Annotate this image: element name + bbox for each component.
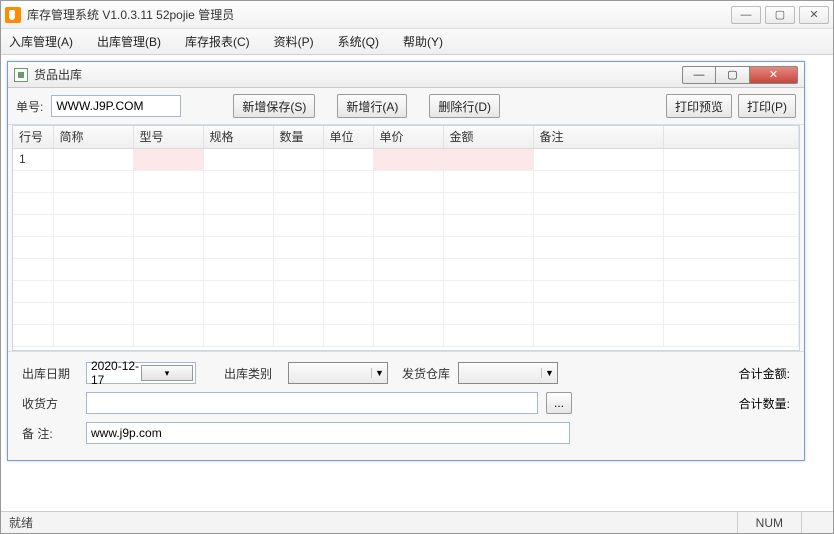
cell-qty[interactable] [273, 148, 323, 170]
data-grid[interactable]: 行号 简称 型号 规格 数量 单位 单价 金额 备注 [12, 125, 800, 351]
form-area: 出库日期 2020-12-17 ▾ 出库类别 ▼ 发货仓库 ▼ [8, 351, 804, 460]
child-window: 货品出库 — ▢ ✕ 单号: 新增保存(S) 新增行(A) 删除行(D) 打印预… [7, 61, 805, 461]
table-row[interactable] [13, 280, 799, 302]
menu-outbound[interactable]: 出库管理(B) [97, 33, 161, 50]
table-row[interactable] [13, 170, 799, 192]
cell-amount[interactable] [443, 148, 533, 170]
cell-row-no[interactable]: 1 [13, 148, 53, 170]
remark-input[interactable] [86, 422, 570, 444]
main-titlebar: 库存管理系统 V1.0.3.11 52pojie 管理员 — ▢ ✕ [1, 1, 833, 29]
chevron-down-icon: ▼ [371, 368, 387, 378]
minimize-button[interactable]: — [731, 6, 761, 24]
col-model[interactable]: 型号 [133, 126, 203, 148]
table-row[interactable] [13, 324, 799, 346]
menu-inbound[interactable]: 入库管理(A) [9, 33, 73, 50]
col-spec[interactable]: 规格 [203, 126, 273, 148]
menu-report[interactable]: 库存报表(C) [185, 33, 250, 50]
doc-no-input[interactable] [51, 95, 181, 117]
table-row[interactable] [13, 302, 799, 324]
total-amount-label: 合计金额: [739, 365, 790, 382]
ship-wh-label: 发货仓库 [402, 365, 450, 382]
totals: 合计金额: [739, 365, 790, 382]
col-name[interactable]: 简称 [53, 126, 133, 148]
col-price[interactable]: 单价 [373, 126, 443, 148]
maximize-button[interactable]: ▢ [765, 6, 795, 24]
out-type-combo[interactable]: ▼ [288, 362, 388, 384]
total-qty-label: 合计数量: [739, 395, 790, 412]
status-num: NUM [737, 512, 801, 533]
col-amount[interactable]: 金额 [443, 126, 533, 148]
receiver-input[interactable] [86, 392, 538, 414]
out-date-picker[interactable]: 2020-12-17 ▾ [86, 362, 196, 384]
col-unit[interactable]: 单位 [323, 126, 373, 148]
child-window-icon [14, 68, 28, 82]
cell-unit[interactable] [323, 148, 373, 170]
close-button[interactable]: ✕ [799, 6, 829, 24]
app-icon [5, 7, 21, 23]
receiver-label: 收货方 [22, 395, 78, 412]
child-window-controls: — ▢ ✕ [682, 66, 798, 84]
main-window-controls: — ▢ ✕ [731, 6, 829, 24]
status-ready: 就绪 [9, 514, 737, 531]
table-row[interactable] [13, 192, 799, 214]
child-maximize-button[interactable]: ▢ [716, 66, 750, 84]
cell-spec[interactable] [203, 148, 273, 170]
child-minimize-button[interactable]: — [682, 66, 716, 84]
menu-help[interactable]: 帮助(Y) [403, 33, 443, 50]
cell-price[interactable] [373, 148, 443, 170]
table-row[interactable]: 1 [13, 148, 799, 170]
child-titlebar: 货品出库 — ▢ ✕ [8, 62, 804, 88]
new-row-button[interactable]: 新增行(A) [337, 94, 407, 118]
table-row[interactable] [13, 236, 799, 258]
col-end[interactable] [663, 126, 799, 148]
col-row-no[interactable]: 行号 [13, 126, 53, 148]
delete-row-button[interactable]: 删除行(D) [429, 94, 500, 118]
receiver-lookup-button[interactable]: ... [546, 392, 572, 414]
col-remark[interactable]: 备注 [533, 126, 663, 148]
menu-system[interactable]: 系统(Q) [338, 33, 379, 50]
out-date-label: 出库日期 [22, 365, 78, 382]
out-type-label: 出库类别 [224, 365, 280, 382]
cell-remark[interactable] [533, 148, 663, 170]
child-close-button[interactable]: ✕ [750, 66, 798, 84]
print-preview-button[interactable]: 打印预览 [666, 94, 732, 118]
client-area: 货品出库 — ▢ ✕ 单号: 新增保存(S) 新增行(A) 删除行(D) 打印预… [1, 55, 833, 511]
toolbar: 单号: 新增保存(S) 新增行(A) 删除行(D) 打印预览 打印(P) [8, 88, 804, 125]
print-button[interactable]: 打印(P) [738, 94, 796, 118]
doc-no-label: 单号: [16, 98, 43, 115]
ship-wh-combo[interactable]: ▼ [458, 362, 558, 384]
grid-header-row: 行号 简称 型号 规格 数量 单位 单价 金额 备注 [13, 126, 799, 148]
child-window-title: 货品出库 [34, 66, 682, 83]
menu-data[interactable]: 资料(P) [274, 33, 314, 50]
main-window: 库存管理系统 V1.0.3.11 52pojie 管理员 — ▢ ✕ 入库管理(… [0, 0, 834, 534]
table-row[interactable] [13, 258, 799, 280]
calendar-icon[interactable]: ▾ [141, 365, 193, 381]
menubar: 入库管理(A) 出库管理(B) 库存报表(C) 资料(P) 系统(Q) 帮助(Y… [1, 29, 833, 55]
cell-end[interactable] [663, 148, 799, 170]
new-save-button[interactable]: 新增保存(S) [233, 94, 315, 118]
cell-name[interactable] [53, 148, 133, 170]
chevron-down-icon: ▼ [541, 368, 557, 378]
out-date-value: 2020-12-17 [91, 359, 141, 387]
statusbar: 就绪 NUM [1, 511, 833, 533]
main-window-title: 库存管理系统 V1.0.3.11 52pojie 管理员 [27, 6, 731, 23]
col-qty[interactable]: 数量 [273, 126, 323, 148]
status-grip [801, 512, 825, 533]
remark-label: 备 注: [22, 425, 78, 442]
table-row[interactable] [13, 214, 799, 236]
totals: 合计数量: [739, 395, 790, 412]
cell-model[interactable] [133, 148, 203, 170]
